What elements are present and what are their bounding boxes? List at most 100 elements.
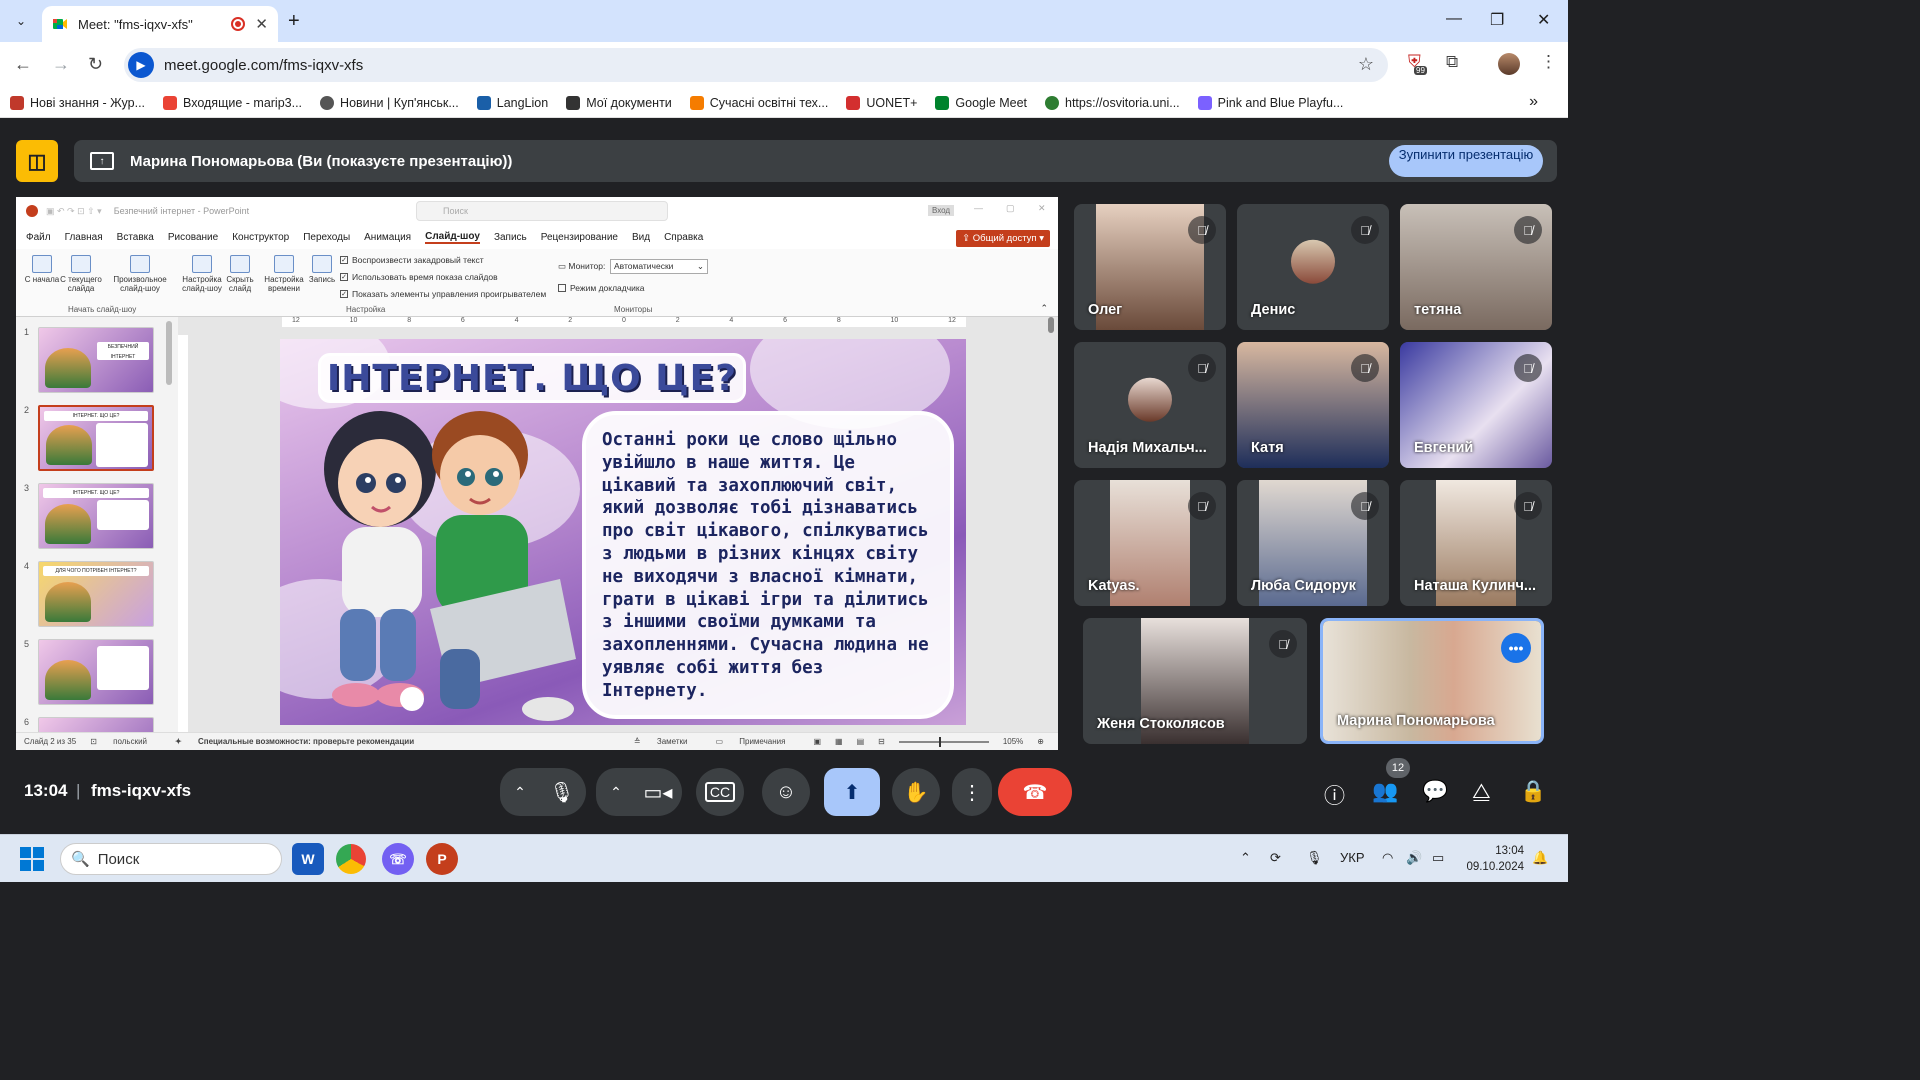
slide-thumbnail-2[interactable]: ІНТЕРНЕТ. ЩО ЦЕ? — [38, 405, 154, 471]
ppt-close-icon[interactable]: ✕ — [1038, 203, 1046, 214]
ppt-share-button[interactable]: ⇪ Общий доступ ▾ — [956, 230, 1050, 247]
taskbar-clock[interactable]: 13:04 09.10.2024 — [1466, 843, 1524, 875]
new-tab-button[interactable]: + — [288, 10, 300, 33]
viber-app-icon[interactable]: ☏ — [382, 843, 414, 875]
participant-tile-self[interactable]: ••• Марина Пономарьова — [1320, 618, 1544, 744]
participant-tile[interactable]: 🎙̸ Катя — [1237, 342, 1389, 468]
narration-checkbox[interactable]: ✓ Воспроизвести закадровый текст — [340, 255, 484, 265]
ppt-menu-animation[interactable]: Анимация — [364, 232, 411, 243]
video-options-chevron-icon[interactable]: ⌃ — [596, 768, 636, 816]
activities-icon[interactable]: ⧋ — [1472, 780, 1491, 804]
ppt-menu-record[interactable]: Запись — [494, 232, 527, 243]
extensions-puzzle-icon[interactable]: ⧉ — [1446, 52, 1458, 72]
browser-tab-meet[interactable]: Meet: "fms-iqxv-xfs" ✕ — [42, 6, 278, 42]
reload-icon[interactable]: ↻ — [88, 54, 103, 75]
from-current-button[interactable]: С текущего слайда — [60, 255, 102, 293]
taskbar-search-input[interactable]: 🔍 Поиск — [60, 843, 282, 875]
ppt-login-button[interactable]: Вход — [928, 205, 955, 216]
close-window-icon[interactable]: ✕ — [1537, 10, 1550, 30]
slideshow-view-icon[interactable]: ⊟ — [878, 737, 885, 746]
ppt-menu-view[interactable]: Вид — [632, 232, 650, 243]
slide-thumbnail-6[interactable] — [38, 717, 154, 732]
close-tab-icon[interactable]: ✕ — [255, 15, 268, 33]
bookmark-item[interactable]: Сучасні освітні тех... — [689, 95, 828, 110]
wifi-icon[interactable]: ◠ — [1382, 850, 1393, 866]
forward-icon[interactable]: → — [52, 54, 70, 75]
people-icon[interactable]: 👥 — [1372, 780, 1398, 804]
monitor-select[interactable]: Автоматически ⌄ — [610, 259, 708, 274]
more-options-button[interactable]: ⋮ — [952, 768, 992, 816]
setup-slideshow-button[interactable]: Настройка слайд-шоу — [182, 255, 222, 293]
profile-avatar[interactable] — [1498, 53, 1520, 75]
more-bookmarks-icon[interactable]: » — [1529, 93, 1538, 111]
ppt-menu-home[interactable]: Главная — [65, 232, 103, 243]
present-now-button[interactable]: ⬆ — [824, 768, 880, 816]
emoji-reactions-button[interactable]: ☺ — [762, 768, 810, 816]
microphone-button[interactable]: 🎙 — [538, 768, 586, 816]
record-button[interactable]: Запись — [304, 255, 340, 284]
bookmark-item[interactable]: Нові знання - Жур... — [10, 95, 145, 110]
slide-thumbnail-1[interactable]: БЕЗПЕЧНИЙ ІНТЕРНЕТ — [38, 327, 154, 393]
minimize-window-icon[interactable]: — — [1446, 10, 1462, 28]
bookmark-item[interactable]: Входящие - marip3... — [163, 95, 302, 110]
bookmark-item[interactable]: Мої документи — [566, 95, 672, 110]
current-slide[interactable]: ІНТЕРНЕТ. ЩО ЦЕ? Останні роки це слово щ… — [280, 339, 966, 725]
ppt-menu-slideshow[interactable]: Слайд-шоу — [425, 231, 480, 244]
volume-icon[interactable]: 🔊 — [1406, 850, 1422, 866]
thumbnails-scrollbar[interactable] — [166, 321, 172, 385]
captions-button[interactable]: CC — [696, 768, 744, 816]
camera-button[interactable]: ▭◂ — [634, 768, 682, 816]
ppt-menu-insert[interactable]: Вставка — [117, 232, 154, 243]
bookmark-item[interactable]: https://osvitoria.uni... — [1045, 95, 1180, 110]
slide-title[interactable]: ІНТЕРНЕТ. ЩО ЦЕ? — [318, 353, 746, 403]
slide-thumbnail-3[interactable]: ІНТЕРНЕТ. ЩО ЦЕ? — [38, 483, 154, 549]
leave-call-button[interactable]: ☎ — [998, 768, 1072, 816]
browser-menu-icon[interactable]: ⋮ — [1540, 52, 1557, 72]
restore-window-icon[interactable]: ❐ — [1490, 10, 1504, 30]
tab-search-button[interactable]: ⌄ — [8, 8, 34, 34]
participant-tile[interactable]: 🎙̸ Денис — [1237, 204, 1389, 330]
meeting-info-icon[interactable]: ⓘ — [1324, 780, 1345, 810]
microphone-tray-icon[interactable]: 🎙 — [1306, 850, 1323, 866]
zoom-level[interactable]: 105% — [1003, 737, 1023, 746]
address-bar[interactable]: ▶ meet.google.com/fms-iqxv-xfs ☆ — [124, 48, 1388, 82]
ppt-menu-review[interactable]: Рецензирование — [541, 232, 618, 243]
ppt-menu-design[interactable]: Конструктор — [232, 232, 289, 243]
participant-tile[interactable]: 🎙̸ Евгений — [1400, 342, 1552, 468]
custom-slideshow-button[interactable]: Произвольное слайд-шоу — [112, 255, 168, 293]
bookmark-item[interactable]: Новини | Куп'янськ... — [320, 95, 459, 110]
timings-checkbox[interactable]: ✓ Использовать время показа слайдов — [340, 272, 498, 282]
notifications-bell-icon[interactable]: 🔔 — [1532, 850, 1548, 866]
ppt-minimize-icon[interactable]: — — [974, 203, 983, 213]
bookmark-item[interactable]: UONET+ — [846, 95, 917, 110]
more-options-icon[interactable]: ••• — [1501, 633, 1531, 663]
bookmark-star-icon[interactable]: ☆ — [1358, 54, 1374, 75]
fit-slide-icon[interactable]: ⊕ — [1037, 737, 1044, 746]
participant-tile[interactable]: 🎙̸ Надія Михальч... — [1074, 342, 1226, 468]
participant-tile[interactable]: 🎙̸ Katyas. — [1074, 480, 1226, 606]
chat-icon[interactable]: 💬 — [1422, 780, 1448, 804]
host-controls-icon[interactable]: 🔒 — [1520, 780, 1546, 804]
reading-view-icon[interactable]: ▤ — [857, 737, 865, 746]
collapse-ribbon-icon[interactable]: ⌃ — [1040, 303, 1048, 314]
slide-sorter-icon[interactable]: ▦ — [835, 737, 843, 746]
site-info-icon[interactable]: ▶ — [128, 52, 154, 78]
player-controls-checkbox[interactable]: ✓ Показать элементы управления проигрыват… — [340, 289, 546, 299]
bookmark-item[interactable]: LangLion — [476, 95, 548, 110]
powerpoint-app-icon[interactable]: P — [426, 843, 458, 875]
from-start-button[interactable]: С начала — [24, 255, 60, 284]
battery-icon[interactable]: ▭ — [1432, 850, 1444, 866]
ppt-menu-draw[interactable]: Рисование — [168, 232, 218, 243]
presenter-view-checkbox[interactable]: Режим докладчика — [558, 283, 645, 293]
raise-hand-button[interactable]: ✋ — [892, 768, 940, 816]
ppt-restore-icon[interactable]: ▢ — [1006, 203, 1015, 214]
ppt-menu-file[interactable]: Файл — [26, 232, 51, 243]
language-status[interactable]: ⊡ польский — [90, 737, 161, 746]
back-icon[interactable]: ← — [14, 54, 32, 75]
slide-thumbnail-5[interactable] — [38, 639, 154, 705]
notes-button[interactable]: ≙ Заметки — [634, 737, 702, 746]
presentation-layout-icon[interactable]: ◫ — [16, 140, 58, 182]
show-hidden-icons-chevron-icon[interactable]: ⌃ — [1240, 850, 1251, 866]
slide-thumbnail-4[interactable]: ДЛЯ ЧОГО ПОТРІБЕН ІНТЕРНЕТ? — [38, 561, 154, 627]
comments-button[interactable]: ▭ Примечания — [715, 737, 799, 746]
